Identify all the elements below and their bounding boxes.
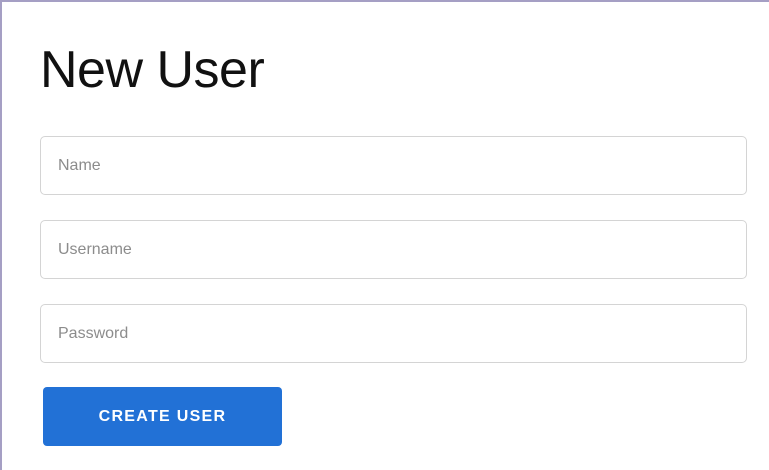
create-user-button[interactable]: CREATE USER bbox=[43, 387, 282, 446]
new-user-form-panel: New User CREATE USER bbox=[0, 0, 769, 470]
username-input[interactable] bbox=[40, 220, 747, 279]
page-title: New User bbox=[40, 41, 265, 99]
name-input[interactable] bbox=[40, 136, 747, 195]
password-input[interactable] bbox=[40, 304, 747, 363]
